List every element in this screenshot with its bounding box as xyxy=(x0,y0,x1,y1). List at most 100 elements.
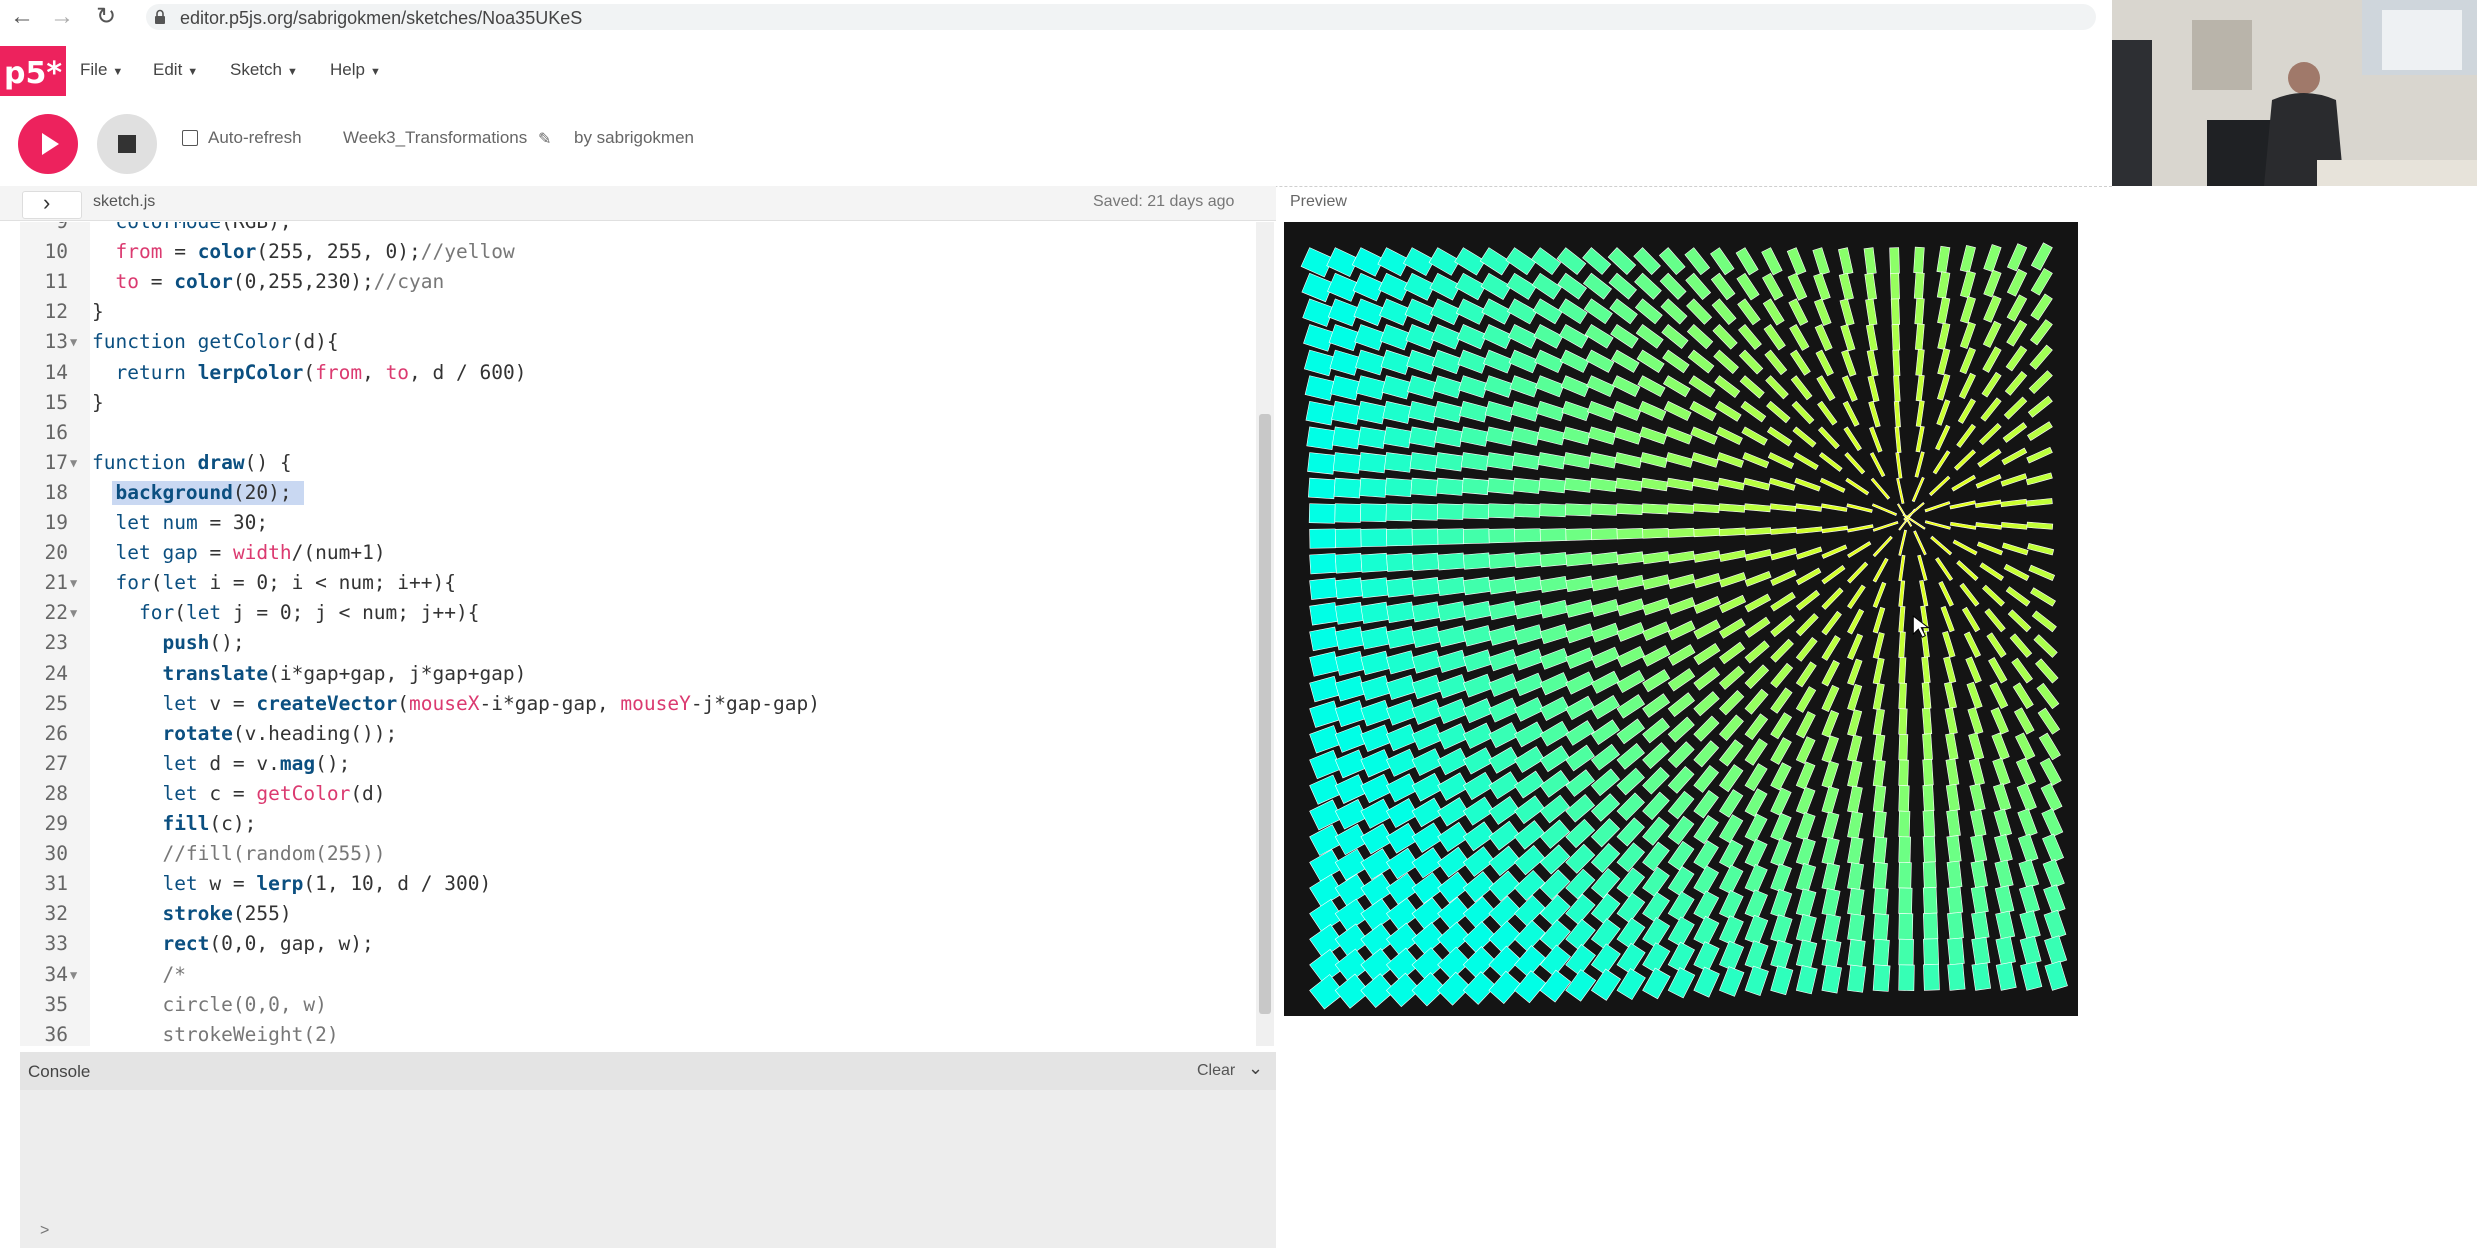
code-line[interactable]: 10 from = color(255, 255, 0);//yellow xyxy=(20,240,1260,264)
line-number: 21 xyxy=(44,571,68,595)
sketch-rect xyxy=(1898,657,1907,684)
code-line[interactable]: 21 ▼ for(let i = 0; i < num; i++){ xyxy=(20,571,1260,595)
code-text: let gap = width/(num+1) xyxy=(115,541,386,565)
clear-console-button[interactable]: Clear xyxy=(1197,1062,1235,1080)
sketch-rect xyxy=(1898,964,1915,991)
console-output[interactable]: > xyxy=(20,1090,1276,1248)
sketch-rect xyxy=(1332,452,1362,474)
menu-help[interactable]: Help ▼ xyxy=(330,60,381,80)
sketch-rect xyxy=(1306,426,1336,451)
sketch-rect xyxy=(1513,503,1541,518)
file-tab[interactable]: sketch.js xyxy=(93,193,155,211)
sketch-rect xyxy=(1847,939,1866,968)
fold-arrow-icon[interactable]: ▼ xyxy=(70,330,77,354)
play-button[interactable] xyxy=(18,114,78,174)
sketch-rect xyxy=(1693,527,1721,538)
code-line[interactable]: 27 let d = v.mag(); xyxy=(20,752,1260,776)
code-line[interactable]: 11 to = color(0,255,230);//cyan xyxy=(20,270,1260,294)
sketch-rect xyxy=(1309,602,1339,626)
code-line[interactable]: 30 //fill(random(255)) xyxy=(20,842,1260,866)
auto-refresh-label: Auto-refresh xyxy=(208,128,302,147)
code-line[interactable]: 20 let gap = width/(num+1) xyxy=(20,541,1260,565)
sketch-rect xyxy=(1898,708,1908,735)
code-line[interactable]: 34 ▼ /* xyxy=(20,963,1260,987)
code-line[interactable]: 22 ▼ for(let j = 0; j < num; j++){ xyxy=(20,601,1260,625)
code-line[interactable]: 26 rotate(v.heading()); xyxy=(20,722,1260,746)
menu-edit[interactable]: Edit ▼ xyxy=(153,60,198,80)
code-line[interactable]: 9 colorMode(RGB); xyxy=(20,222,1260,234)
sketch-rect xyxy=(1539,552,1568,568)
line-number: 35 xyxy=(44,992,68,1016)
p5-logo[interactable]: p5* xyxy=(0,46,66,102)
auto-refresh-checkbox[interactable] xyxy=(182,130,198,146)
menu-file[interactable]: File ▼ xyxy=(80,60,123,80)
pencil-icon[interactable]: ✎ xyxy=(538,129,551,149)
code-line[interactable]: 16 xyxy=(20,421,1260,445)
code-line[interactable]: 12} xyxy=(20,300,1260,324)
code-text: let d = v.mag(); xyxy=(162,751,351,775)
sketch-rect xyxy=(1488,552,1516,569)
fold-arrow-icon[interactable]: ▼ xyxy=(70,601,77,625)
chevron-down-icon[interactable]: ⌄ xyxy=(1248,1058,1263,1079)
code-line[interactable]: 31 let w = lerp(1, 10, d / 300) xyxy=(20,872,1260,896)
sketch-rect xyxy=(1307,452,1336,475)
menu-edit-label: Edit xyxy=(153,60,183,79)
sketch-rect xyxy=(1947,937,1965,966)
code-line[interactable]: 28 let c = getColor(d) xyxy=(20,782,1260,806)
code-line[interactable]: 17 ▼ function draw() { xyxy=(20,451,1260,475)
sketch-rect xyxy=(1411,503,1438,521)
sketch-rect xyxy=(1359,477,1387,498)
sketch-preview-canvas[interactable] xyxy=(1284,222,2078,1016)
line-number: 31 xyxy=(44,872,68,896)
menu-sketch[interactable]: Sketch ▼ xyxy=(230,60,298,80)
code-line[interactable]: 14 return lerpColor(from, to, d / 600) xyxy=(20,361,1260,385)
code-text: function draw() { xyxy=(92,450,292,474)
sketch-rect xyxy=(1946,860,1963,889)
sketch-rect xyxy=(1692,503,1720,514)
code-text: /* xyxy=(162,962,186,986)
preview-label: Preview xyxy=(1290,193,1347,210)
saved-status: Saved: 21 days ago xyxy=(1093,193,1235,210)
sketch-rect xyxy=(1435,452,1464,472)
code-line[interactable]: 32 stroke(255) xyxy=(20,902,1260,926)
sketch-rect xyxy=(1921,707,1933,735)
author-link[interactable]: by sabrigokmen xyxy=(574,128,694,148)
browser-address-bar: ← → ↻ editor.p5js.org/sabrigokmen/sketch… xyxy=(0,0,2112,35)
code-line[interactable]: 15} xyxy=(20,391,1260,415)
code-line[interactable]: 33 rect(0,0, gap, w); xyxy=(20,932,1260,956)
url-field[interactable]: editor.p5js.org/sabrigokmen/sketches/Noa… xyxy=(146,4,2096,30)
code-line[interactable]: 29 fill(c); xyxy=(20,812,1260,836)
menu-file-label: File xyxy=(80,60,108,79)
code-text: translate(i*gap+gap, j*gap+gap) xyxy=(162,661,527,685)
chevron-right-icon: › xyxy=(43,190,51,215)
editor-scrollbar[interactable] xyxy=(1256,222,1274,1046)
stop-button[interactable] xyxy=(97,114,157,174)
code-text: //fill(random(255)) xyxy=(162,842,386,866)
sketch-rect xyxy=(1462,528,1490,544)
code-line[interactable]: 24 translate(i*gap+gap, j*gap+gap) xyxy=(20,662,1260,686)
sidebar-toggle-button[interactable]: › xyxy=(22,190,82,219)
sketch-rect xyxy=(1847,964,1867,993)
editor-scrollbar-thumb[interactable] xyxy=(1259,414,1271,1014)
sketch-rect xyxy=(1437,552,1465,571)
fold-arrow-icon[interactable]: ▼ xyxy=(70,451,77,475)
sketch-name[interactable]: Week3_Transformations xyxy=(343,128,527,148)
code-line[interactable]: 35 circle(0,0, w) xyxy=(20,993,1260,1017)
sketch-rect xyxy=(1334,503,1362,523)
reload-icon[interactable]: ↻ xyxy=(92,3,120,31)
sketch-rect xyxy=(1360,528,1388,548)
back-icon[interactable]: ← xyxy=(8,3,36,31)
code-line[interactable]: 18 background(20); xyxy=(20,480,1260,505)
sketch-rect xyxy=(1898,836,1911,863)
code-line[interactable]: 25 let v = createVector(mouseX-i*gap-gap… xyxy=(20,692,1260,716)
code-line[interactable]: 23 push(); xyxy=(20,631,1260,655)
code-line[interactable]: 36 strokeWeight(2) xyxy=(20,1023,1260,1046)
code-line[interactable]: 13 ▼ function getColor(d){ xyxy=(20,330,1260,354)
caret-down-icon: ▼ xyxy=(369,66,381,78)
code-editor[interactable]: 9 colorMode(RGB); 10 from = color(255, 25… xyxy=(20,222,1276,1046)
menu-bar: p5* File ▼ Edit ▼ Sketch ▼ Help ▼ xyxy=(0,34,2112,102)
fold-arrow-icon[interactable]: ▼ xyxy=(70,571,77,595)
forward-icon[interactable]: → xyxy=(48,3,76,31)
fold-arrow-icon[interactable]: ▼ xyxy=(70,963,77,987)
code-line[interactable]: 19 let num = 30; xyxy=(20,511,1260,535)
